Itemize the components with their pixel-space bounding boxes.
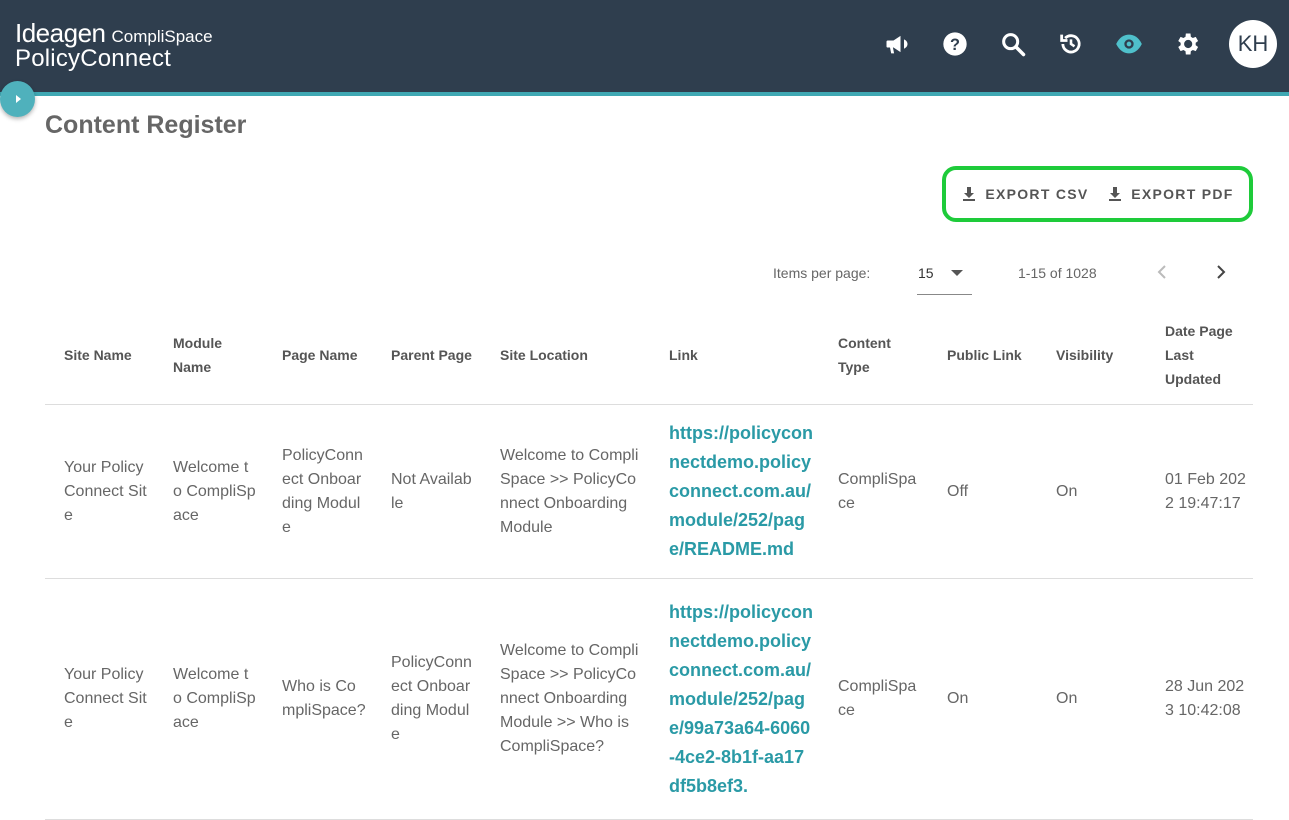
- cell-visibility: On: [1037, 578, 1146, 820]
- page-title: Content Register: [45, 111, 247, 139]
- user-avatar[interactable]: KH: [1229, 20, 1277, 68]
- export-pdf-button[interactable]: EXPORT PDF: [1107, 186, 1233, 202]
- next-page-button[interactable]: [1211, 260, 1231, 284]
- brand-logo[interactable]: Ideagen CompliSpace PolicyConnect: [15, 18, 213, 73]
- cell-module-name: Welcome to CompliSpace: [154, 578, 263, 820]
- table-row: Your PolicyConnect Site Welcome to Compl…: [45, 404, 1253, 579]
- column-header[interactable]: Module Name: [154, 305, 263, 405]
- export-csv-button[interactable]: EXPORT CSV: [961, 186, 1088, 202]
- export-csv-label: EXPORT CSV: [985, 186, 1089, 202]
- cell-date-updated: 01 Feb 2022 19:47:17: [1146, 404, 1253, 579]
- column-header[interactable]: Content Type: [819, 305, 928, 405]
- column-header[interactable]: Link: [650, 305, 819, 405]
- cell-page-name: PolicyConnect Onboarding Module: [263, 404, 372, 579]
- cell-site-location: Welcome to CompliSpace >> PolicyConnect …: [481, 578, 650, 820]
- eye-icon[interactable]: [1113, 29, 1144, 60]
- cell-content-type: CompliSpace: [819, 404, 928, 579]
- column-header[interactable]: Date Page Last Updated: [1146, 305, 1253, 405]
- cell-module-name: Welcome to CompliSpace: [154, 404, 263, 579]
- column-header[interactable]: Public Link: [928, 305, 1037, 405]
- chevron-right-icon: [15, 95, 21, 103]
- cell-site-name: Your PolicyConnect Site: [45, 578, 154, 820]
- table-header-row: Site Name Module Name Page Name Parent P…: [45, 305, 1253, 405]
- download-icon: [963, 187, 976, 201]
- top-actions: ? KH: [881, 20, 1277, 68]
- chevron-left-icon: [1157, 265, 1166, 279]
- cell-date-updated: 28 Jun 2023 10:42:08: [1146, 578, 1253, 820]
- cell-visibility: On: [1037, 404, 1146, 579]
- brand-product: PolicyConnect: [15, 45, 172, 72]
- cell-link: https://policyconnectdemo.policyconnect.…: [650, 404, 819, 579]
- content-register-table: Site Name Module Name Page Name Parent P…: [45, 305, 1253, 820]
- column-header[interactable]: Visibility: [1037, 305, 1146, 405]
- cell-parent-page: Not Available: [372, 404, 481, 579]
- brand-sub: CompliSpace: [111, 27, 213, 46]
- items-per-page-value: 15: [918, 265, 934, 281]
- caret-down-icon: [951, 270, 963, 276]
- column-header[interactable]: Site Name: [45, 305, 154, 405]
- chevron-right-icon: [1217, 265, 1226, 279]
- cell-site-location: Welcome to CompliSpace >> PolicyConnect …: [481, 404, 650, 579]
- cell-public-link: Off: [928, 404, 1037, 579]
- column-header[interactable]: Parent Page: [372, 305, 481, 405]
- sidebar-toggle-button[interactable]: [0, 81, 35, 117]
- items-per-page-label: Items per page:: [773, 265, 871, 281]
- megaphone-icon[interactable]: [881, 29, 912, 60]
- column-header[interactable]: Site Location: [481, 305, 650, 405]
- help-icon[interactable]: ?: [939, 29, 970, 60]
- paginator: Items per page: 15 1-15 of 1028: [0, 258, 1289, 295]
- cell-public-link: On: [928, 578, 1037, 820]
- export-pdf-label: EXPORT PDF: [1131, 186, 1234, 202]
- search-icon[interactable]: [997, 29, 1028, 60]
- items-per-page-select[interactable]: 15: [917, 258, 972, 295]
- cell-link: https://policyconnectdemo.policyconnect.…: [650, 578, 819, 820]
- cell-content-type: CompliSpace: [819, 578, 928, 820]
- page-range: 1-15 of 1028: [1018, 265, 1097, 281]
- page-link[interactable]: https://policyconnectdemo.policyconnect.…: [669, 423, 813, 559]
- cell-page-name: Who is CompliSpace?: [263, 578, 372, 820]
- table-row: Your PolicyConnect Site Welcome to Compl…: [45, 578, 1253, 820]
- cell-parent-page: PolicyConnect Onboarding Module: [372, 578, 481, 820]
- export-actions: EXPORT CSV EXPORT PDF: [942, 166, 1253, 222]
- history-icon[interactable]: [1055, 29, 1086, 60]
- previous-page-button[interactable]: [1152, 260, 1172, 284]
- gear-icon[interactable]: [1171, 29, 1202, 60]
- download-icon: [1109, 187, 1122, 201]
- page-link[interactable]: https://policyconnectdemo.policyconnect.…: [669, 602, 813, 796]
- svg-text:?: ?: [950, 36, 960, 54]
- top-app-bar: Ideagen CompliSpace PolicyConnect ? KH: [0, 0, 1289, 96]
- cell-site-name: Your PolicyConnect Site: [45, 404, 154, 579]
- column-header[interactable]: Page Name: [263, 305, 372, 405]
